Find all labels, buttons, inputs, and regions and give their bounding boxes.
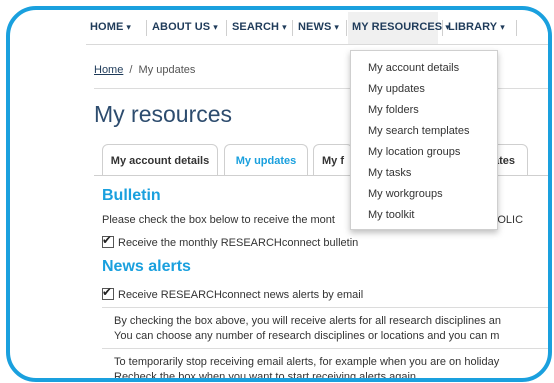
chevron-down-icon: ▾: [500, 22, 505, 32]
nav-item-about-us[interactable]: ABOUT US ▾: [148, 12, 218, 44]
page-title: My resources: [94, 101, 233, 127]
nav-item-label: NEWS: [298, 21, 332, 33]
section-divider: [102, 307, 548, 308]
checkmark-icon: ✔: [102, 233, 113, 247]
tab-my-updates[interactable]: My updates: [224, 144, 308, 176]
nav-item-label: ABOUT US: [152, 21, 211, 33]
tab-label: My updates: [235, 155, 297, 167]
nav-item-label: HOME: [90, 21, 124, 33]
chevron-down-icon: ▾: [282, 22, 287, 32]
nav-divider: [516, 20, 517, 36]
bulletin-checkbox-label: Receive the monthly RESEARCHconnect bull…: [118, 237, 359, 249]
chevron-down-icon: ▾: [213, 22, 218, 32]
news-alerts-checkbox-row: ✔ Receive RESEARCHconnect news alerts by …: [102, 285, 364, 301]
news-alerts-heading: News alerts: [102, 258, 191, 275]
dropdown-item-my-updates[interactable]: My updates: [368, 83, 425, 95]
bulletin-checkbox-row: ✔ Receive the monthly RESEARCHconnect bul…: [102, 233, 359, 249]
breadcrumb: Home / My updates: [94, 64, 195, 76]
page: HOME ▾ ABOUT US ▾ SEARCH ▾ NEWS ▾ MY RESOURC…: [10, 10, 548, 378]
news-alerts-checkbox-label: Receive RESEARCHconnect news alerts by e…: [118, 289, 364, 301]
tab-label: My account details: [110, 155, 210, 167]
nav-item-search[interactable]: SEARCH ▾: [228, 12, 287, 44]
dropdown-item-my-search-templates[interactable]: My search templates: [368, 125, 469, 137]
breadcrumb-current: My updates: [138, 64, 196, 76]
nav-item-my-resources[interactable]: MY RESOURCES ▾: [348, 12, 450, 44]
top-nav: HOME ▾ ABOUT US ▾ SEARCH ▾ NEWS ▾ MY RESOURC…: [86, 12, 548, 45]
news-alerts-para1-line2: You can choose any number of research di…: [114, 330, 500, 342]
bulletin-heading: Bulletin: [102, 187, 161, 204]
tab-label: My f: [322, 155, 344, 167]
news-alerts-para2-line2: Recheck the box when you want to start r…: [114, 371, 420, 382]
nav-item-news[interactable]: NEWS ▾: [294, 12, 339, 44]
nav-item-label: LIBRARY: [448, 21, 498, 33]
tab-my-folders[interactable]: My f: [313, 144, 353, 176]
news-alerts-para1-line1: By checking the box above, you will rece…: [114, 315, 502, 327]
news-alerts-checkbox[interactable]: ✔: [102, 285, 114, 300]
tab-my-account-details[interactable]: My account details: [102, 144, 218, 176]
chevron-down-icon: ▾: [334, 22, 340, 32]
chevron-down-icon: ▾: [126, 22, 132, 32]
dropdown-item-my-workgroups[interactable]: My workgroups: [368, 188, 443, 200]
dropdown-item-my-toolkit[interactable]: My toolkit: [368, 209, 414, 221]
nav-item-label: SEARCH: [232, 21, 280, 33]
bulletin-intro: Please check the box below to receive th…: [102, 214, 335, 226]
nav-divider: [292, 20, 293, 36]
nav-divider: [146, 20, 147, 36]
checkmark-icon: ✔: [102, 285, 113, 299]
dropdown-item-my-account-details[interactable]: My account details: [368, 62, 459, 74]
bulletin-checkbox[interactable]: ✔: [102, 233, 114, 248]
nav-item-library[interactable]: LIBRARY ▾: [444, 12, 505, 44]
dropdown-item-my-tasks[interactable]: My tasks: [368, 167, 411, 179]
nav-divider: [226, 20, 227, 36]
news-alerts-para2-line1: To temporarily stop receiving email aler…: [114, 356, 500, 368]
dropdown-item-my-location-groups[interactable]: My location groups: [368, 146, 460, 158]
my-resources-dropdown: My account details My updates My folders…: [350, 50, 498, 230]
screenshot-frame: HOME ▾ ABOUT US ▾ SEARCH ▾ NEWS ▾ MY RESOURC…: [6, 6, 552, 382]
section-divider: [102, 348, 548, 349]
dropdown-item-my-folders[interactable]: My folders: [368, 104, 419, 116]
nav-item-home[interactable]: HOME ▾: [86, 12, 131, 44]
nav-divider: [346, 20, 347, 36]
breadcrumb-separator: /: [129, 64, 133, 76]
nav-item-label: MY RESOURCES: [352, 21, 443, 33]
nav-divider: [442, 20, 443, 36]
breadcrumb-home-link[interactable]: Home: [94, 64, 123, 76]
